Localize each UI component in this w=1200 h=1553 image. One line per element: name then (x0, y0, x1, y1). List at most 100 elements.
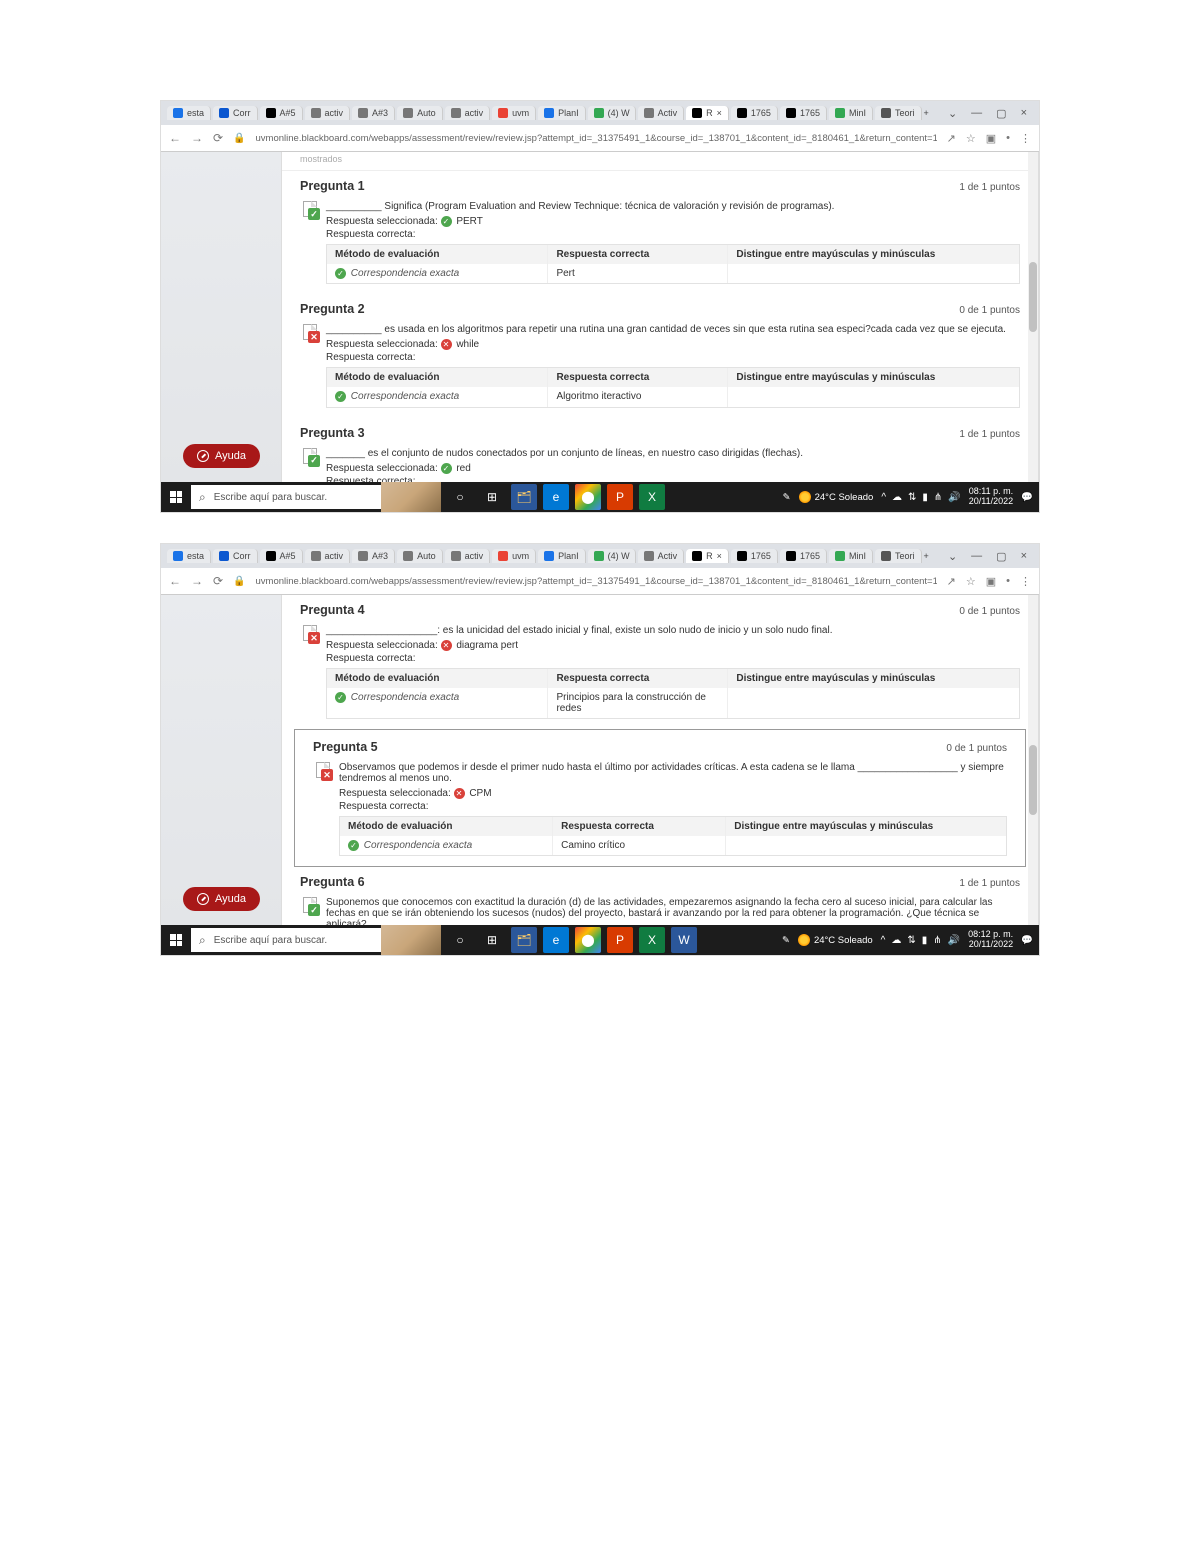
reload-button[interactable]: ⟳ (213, 131, 223, 145)
chevron-down-icon[interactable]: ⌄ (948, 107, 957, 120)
taskbar-search[interactable]: ⌕Escribe aquí para buscar. (191, 928, 381, 952)
cloud-icon[interactable]: ☁ (892, 492, 902, 503)
close-window-button[interactable]: × (1021, 107, 1027, 120)
browser-tab[interactable]: activ (305, 549, 351, 563)
forward-button[interactable]: → (191, 131, 203, 145)
chrome-icon[interactable]: ⬤ (575, 927, 601, 953)
browser-tab[interactable]: PlanI (538, 549, 586, 563)
net-icon[interactable]: ⇅ (908, 492, 916, 503)
browser-tab[interactable]: Activ (638, 549, 685, 563)
browser-tab[interactable]: Activ (638, 106, 685, 120)
browser-tab[interactable]: Teori (875, 106, 922, 120)
taskbar-search[interactable]: ⌕Escribe aquí para buscar. (191, 485, 381, 509)
maximize-button[interactable]: ▢ (996, 107, 1006, 120)
cortana-icon[interactable]: ○ (447, 927, 473, 953)
file-explorer-icon[interactable]: 🗂 (511, 484, 537, 510)
browser-tab[interactable]: A#3 (352, 549, 395, 563)
net-icon[interactable]: ⇅ (907, 935, 915, 946)
browser-tab[interactable]: activ (305, 106, 351, 120)
browser-tab[interactable]: 1765 (780, 549, 827, 563)
browser-tab[interactable]: 1765 (731, 106, 778, 120)
tab-close-icon[interactable]: × (717, 551, 722, 561)
star-icon[interactable]: ☆ (966, 575, 976, 588)
edge-icon[interactable]: e (543, 927, 569, 953)
forward-button[interactable]: → (191, 574, 203, 588)
back-button[interactable]: ← (169, 131, 181, 145)
browser-tab[interactable]: Corr (213, 549, 258, 563)
share-icon[interactable]: ↗ (947, 575, 956, 588)
help-button[interactable]: Ayuda (183, 887, 260, 911)
share-icon[interactable]: ↗ (947, 132, 956, 145)
pen-icon[interactable]: ✎ (782, 935, 790, 946)
batt-icon[interactable]: ▮ (922, 935, 928, 946)
p-app-icon[interactable]: P (607, 484, 633, 510)
chat-icon[interactable]: 💬 (1021, 492, 1033, 503)
vol-icon[interactable]: 🔊 (948, 492, 960, 503)
excel-icon[interactable]: X (639, 927, 665, 953)
cloud-icon[interactable]: ☁ (891, 935, 901, 946)
browser-tab[interactable]: activ (445, 106, 491, 120)
star-icon[interactable]: ☆ (966, 132, 976, 145)
p-app-icon[interactable]: P (607, 927, 633, 953)
browser-tab[interactable]: esta (167, 549, 211, 563)
browser-tab[interactable]: PlanI (538, 106, 586, 120)
word-icon[interactable]: W (671, 927, 697, 953)
ext-icon[interactable]: ▣ (986, 132, 996, 145)
close-window-button[interactable]: × (1021, 550, 1027, 563)
profile-icon[interactable]: • (1006, 132, 1010, 145)
browser-tab[interactable]: uvm (492, 106, 536, 120)
reload-button[interactable]: ⟳ (213, 574, 223, 588)
browser-tab[interactable]: Auto (397, 549, 443, 563)
back-button[interactable]: ← (169, 574, 181, 588)
browser-tab[interactable]: 1765 (780, 106, 827, 120)
task-view-icon[interactable]: ⊞ (479, 484, 505, 510)
file-explorer-icon[interactable]: 🗂 (511, 927, 537, 953)
browser-tab[interactable]: Corr (213, 106, 258, 120)
scrollbar[interactable] (1028, 595, 1038, 925)
start-button[interactable] (161, 934, 191, 946)
scrollbar[interactable] (1028, 152, 1038, 482)
browser-tab[interactable]: A#5 (260, 106, 303, 120)
maximize-button[interactable]: ▢ (996, 550, 1006, 563)
scrollbar-thumb[interactable] (1029, 745, 1037, 815)
chat-icon[interactable]: 💬 (1021, 935, 1033, 946)
browser-tab[interactable]: A#3 (352, 106, 395, 120)
browser-tab[interactable]: R× (686, 549, 729, 563)
up-icon[interactable]: ^ (881, 492, 886, 503)
excel-icon[interactable]: X (639, 484, 665, 510)
vol-icon[interactable]: 🔊 (948, 935, 960, 946)
minimize-button[interactable]: — (971, 107, 982, 120)
browser-tab[interactable]: (4) W (588, 549, 636, 563)
browser-tab[interactable]: activ (445, 549, 491, 563)
task-view-icon[interactable]: ⊞ (479, 927, 505, 953)
browser-tab[interactable]: MinI (829, 549, 873, 563)
new-tab-button[interactable]: + (924, 551, 929, 561)
browser-tab[interactable]: 1765 (731, 549, 778, 563)
help-button[interactable]: Ayuda (183, 444, 260, 468)
clock[interactable]: 08:12 p. m.20/11/2022 (968, 930, 1013, 950)
weather-widget[interactable]: 24°C Soleado (798, 934, 873, 946)
batt-icon[interactable]: ▮ (922, 492, 928, 503)
menu-icon[interactable]: ⋮ (1020, 575, 1031, 588)
menu-icon[interactable]: ⋮ (1020, 132, 1031, 145)
wifi-icon[interactable]: ⋔ (934, 492, 942, 503)
browser-tab[interactable]: A#5 (260, 549, 303, 563)
browser-tab[interactable]: Auto (397, 106, 443, 120)
ext-icon[interactable]: ▣ (986, 575, 996, 588)
browser-tab[interactable]: uvm (492, 549, 536, 563)
chrome-icon[interactable]: ⬤ (575, 484, 601, 510)
wifi-icon[interactable]: ⋔ (933, 935, 941, 946)
minimize-button[interactable]: — (971, 550, 982, 563)
browser-tab[interactable]: Teori (875, 549, 922, 563)
new-tab-button[interactable]: + (924, 108, 929, 118)
browser-tab[interactable]: MinI (829, 106, 873, 120)
chevron-down-icon[interactable]: ⌄ (948, 550, 957, 563)
start-button[interactable] (161, 491, 191, 503)
up-icon[interactable]: ^ (881, 935, 886, 946)
browser-tab[interactable]: (4) W (588, 106, 636, 120)
edge-icon[interactable]: e (543, 484, 569, 510)
pen-icon[interactable]: ✎ (783, 492, 791, 503)
browser-tab[interactable]: R× (686, 106, 729, 120)
clock[interactable]: 08:11 p. m.20/11/2022 (969, 487, 1013, 507)
url-text[interactable]: uvmonline.blackboard.com/webapps/assessm… (256, 576, 937, 587)
